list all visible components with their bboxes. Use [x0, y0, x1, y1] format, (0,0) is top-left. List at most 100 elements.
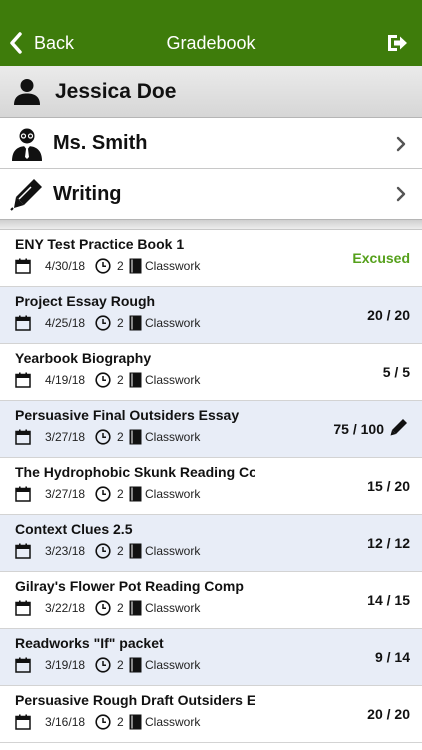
assignment-row[interactable]: Readworks "If" packet 3/19/18 2 Classwor… — [0, 629, 422, 686]
teacher-name: Ms. Smith — [53, 132, 148, 154]
clock-icon — [95, 372, 111, 388]
calendar-icon — [15, 714, 31, 730]
teacher-icon — [12, 128, 42, 161]
assignment-category: Classwork — [145, 373, 201, 387]
clock-icon — [95, 657, 111, 673]
section-divider — [0, 219, 422, 230]
assignment-name: The Hydrophobic Skunk Reading Com — [15, 464, 255, 480]
assignment-row[interactable]: The Hydrophobic Skunk Reading Com 3/27/1… — [0, 458, 422, 515]
assignment-meta: 3/22/18 2 Classwork — [15, 599, 200, 617]
book-icon — [129, 543, 142, 559]
assignment-meta: 3/23/18 2 Classwork — [15, 542, 200, 560]
clock-icon — [95, 429, 111, 445]
assignment-name: Readworks "If" packet — [15, 635, 164, 651]
teacher-row[interactable]: Ms. Smith — [0, 119, 422, 169]
assignment-period: 2 — [117, 373, 124, 387]
assignment-date: 4/19/18 — [45, 373, 86, 387]
assignment-row[interactable]: Gilray's Flower Pot Reading Comp 3/22/18… — [0, 572, 422, 629]
assignment-category: Classwork — [145, 430, 201, 444]
assignment-period: 2 — [117, 487, 124, 501]
student-header: Jessica Doe — [0, 66, 422, 118]
calendar-icon — [15, 429, 31, 445]
assignment-row[interactable]: Context Clues 2.5 3/23/18 2 Classwork 12… — [0, 515, 422, 572]
assignment-score: 20 / 20 — [367, 307, 410, 323]
pen-icon — [10, 179, 42, 211]
assignment-row[interactable]: Project Essay Rough 4/25/18 2 Classwork … — [0, 287, 422, 344]
clock-icon — [95, 258, 111, 274]
logout-icon[interactable] — [386, 32, 408, 54]
assignment-date: 3/27/18 — [45, 487, 86, 501]
assignment-date: 3/16/18 — [45, 715, 86, 729]
book-icon — [129, 258, 142, 274]
assignment-score: 75 / 100 — [333, 421, 384, 437]
book-icon — [129, 657, 142, 673]
calendar-icon — [15, 315, 31, 331]
assignment-meta: 3/27/18 2 Classwork — [15, 428, 200, 446]
assignment-meta: 4/25/18 2 Classwork — [15, 314, 200, 332]
student-name: Jessica Doe — [55, 79, 177, 103]
book-icon — [129, 600, 142, 616]
assignment-name: Gilray's Flower Pot Reading Comp — [15, 578, 244, 594]
book-icon — [129, 714, 142, 730]
assignment-name: Context Clues 2.5 — [15, 521, 133, 537]
clock-icon — [95, 315, 111, 331]
assignment-meta: 4/19/18 2 Classwork — [15, 371, 200, 389]
assignment-name: Project Essay Rough — [15, 293, 156, 309]
assignment-score: 9 / 14 — [374, 649, 410, 665]
assignment-score: Excused — [352, 250, 410, 266]
assignment-row[interactable]: Yearbook Biography 4/19/18 2 Classwork 5… — [0, 344, 422, 401]
assignment-period: 2 — [117, 658, 124, 672]
assignment-category: Classwork — [145, 658, 201, 672]
assignment-period: 2 — [117, 544, 124, 558]
assignment-name: Persuasive Final Outsiders Essay — [15, 407, 240, 423]
pencil-icon[interactable] — [389, 417, 409, 437]
calendar-icon — [15, 486, 31, 502]
assignment-row[interactable]: Persuasive Rough Draft Outsiders Essay 3… — [0, 686, 422, 743]
assignment-date: 4/25/18 — [45, 316, 86, 330]
assignment-score: 5 / 5 — [382, 364, 410, 380]
subject-row[interactable]: Writing — [0, 169, 422, 219]
calendar-icon — [15, 600, 31, 616]
navigation-bar: Back Gradebook — [0, 0, 422, 66]
subject-name: Writing — [53, 182, 122, 205]
assignment-date: 3/27/18 — [45, 430, 86, 444]
calendar-icon — [15, 372, 31, 388]
assignment-score: 12 / 12 — [367, 535, 410, 551]
assignment-row[interactable]: Persuasive Final Outsiders Essay 3/27/18… — [0, 401, 422, 458]
assignment-date: 3/19/18 — [45, 658, 86, 672]
book-icon — [129, 486, 142, 502]
assignment-date: 3/23/18 — [45, 544, 86, 558]
assignment-category: Classwork — [145, 316, 201, 330]
chevron-right-icon — [396, 136, 406, 152]
chevron-right-icon — [396, 186, 406, 202]
assignment-period: 2 — [117, 715, 124, 729]
assignment-meta: 4/30/18 2 Classwork — [15, 257, 200, 275]
page-title: Gradebook — [166, 33, 256, 53]
assignment-score: 14 / 15 — [367, 592, 410, 608]
assignment-period: 2 — [117, 430, 124, 444]
book-icon — [129, 315, 142, 331]
clock-icon — [95, 486, 111, 502]
calendar-icon — [15, 258, 31, 274]
book-icon — [129, 429, 142, 445]
calendar-icon — [15, 657, 31, 673]
assignment-score: 15 / 20 — [367, 478, 410, 494]
assignment-name: Persuasive Rough Draft Outsiders Essay — [15, 692, 255, 708]
assignment-period: 2 — [117, 259, 124, 273]
assignment-meta: 3/27/18 2 Classwork — [15, 485, 200, 503]
assignment-category: Classwork — [145, 544, 201, 558]
assignment-period: 2 — [117, 316, 124, 330]
person-icon — [14, 78, 40, 105]
assignment-date: 4/30/18 — [45, 259, 86, 273]
assignment-name: ENY Test Practice Book 1 — [15, 236, 185, 252]
assignment-date: 3/22/18 — [45, 601, 86, 615]
book-icon — [129, 372, 142, 388]
assignment-category: Classwork — [145, 259, 201, 273]
assignment-meta: 3/16/18 2 Classwork — [15, 713, 200, 731]
assignment-name: Yearbook Biography — [15, 350, 152, 366]
assignment-period: 2 — [117, 601, 124, 615]
assignment-row[interactable]: ENY Test Practice Book 1 4/30/18 2 Class… — [0, 230, 422, 287]
assignment-category: Classwork — [145, 487, 201, 501]
assignment-list: ENY Test Practice Book 1 4/30/18 2 Class… — [0, 230, 422, 743]
assignment-meta: 3/19/18 2 Classwork — [15, 656, 200, 674]
